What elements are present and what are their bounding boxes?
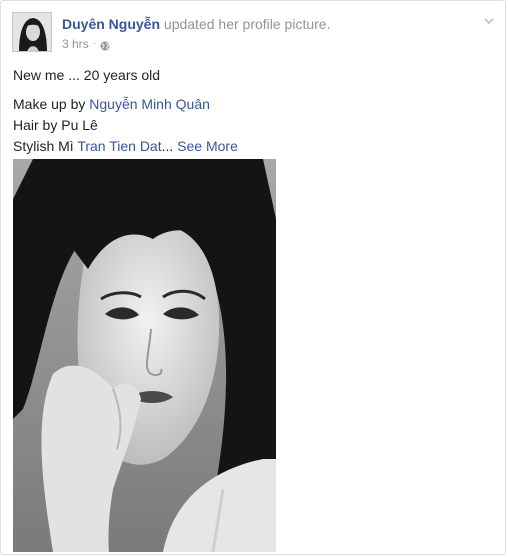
see-more-link[interactable]: See More [177,138,238,154]
feed-post: Duyên Nguyễn updated her profile picture… [0,0,506,555]
post-header: Duyên Nguyễn updated her profile picture… [62,15,330,33]
meta-separator: · [92,38,97,49]
post-line-hair: Hair by Pu Lê [13,117,98,133]
makeup-prefix: Make up by [13,96,90,112]
timestamp[interactable]: 3 hrs [62,36,89,52]
post-action-text: updated her profile picture. [163,16,331,32]
author-name[interactable]: Duyên Nguyễn [62,16,160,32]
makeup-artist-link[interactable]: Nguyễn Minh Quân [89,96,210,112]
post-meta: 3 hrs · [62,36,110,52]
post-line-1: New me ... 20 years old [13,67,161,83]
chevron-down-icon[interactable] [482,14,496,28]
stylish-artist-link[interactable]: Tran Tien Dat [77,138,161,154]
profile-photo[interactable] [13,159,276,552]
post-line-makeup: Make up by Nguyễn Minh Quân [13,94,493,115]
post-text: New me ... 20 years old Make up by Nguyễ… [13,65,493,157]
avatar[interactable] [12,12,52,52]
post-line-stylish: Stylish Mì Tran Tien Dat... See More [13,136,493,157]
stylish-prefix: Stylish Mì [13,138,78,154]
ellipsis: ... [161,138,174,154]
globe-icon[interactable] [100,39,110,51]
